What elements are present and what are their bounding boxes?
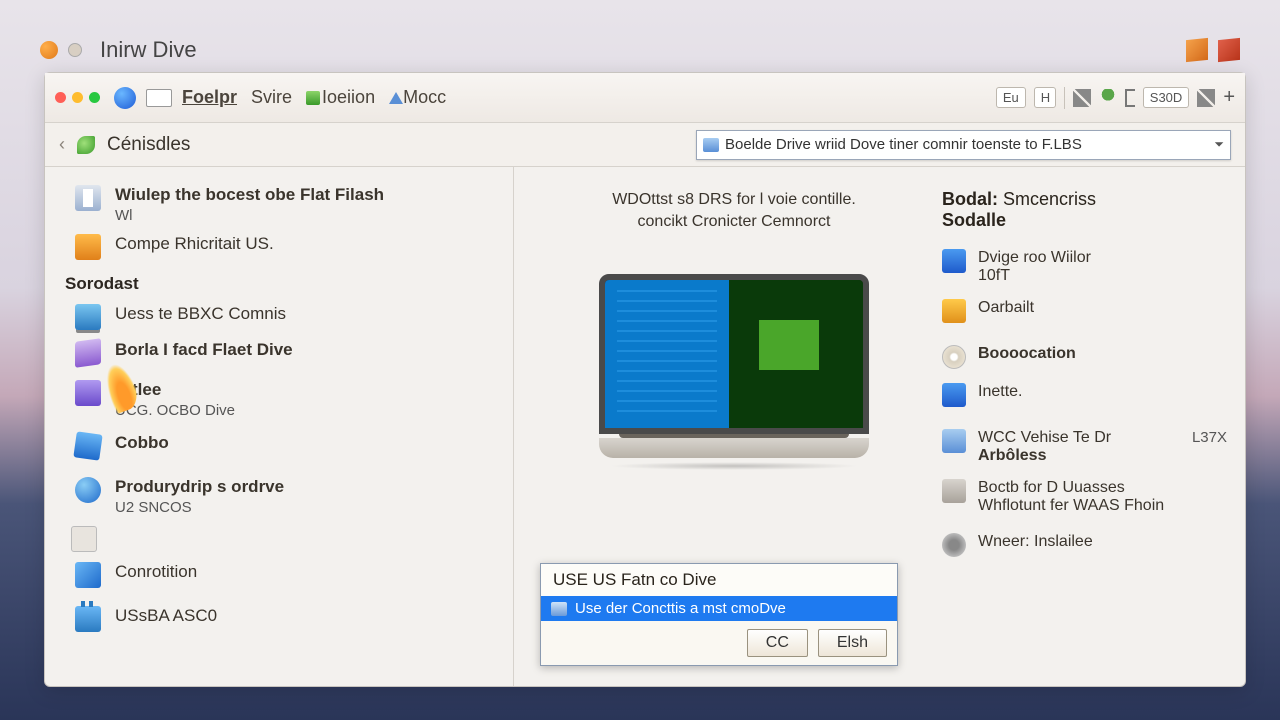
- address-combo[interactable]: Boelde Drive wriid Dove tiner comnir toe…: [696, 130, 1231, 160]
- globe-icon[interactable]: [114, 87, 136, 109]
- list-item[interactable]: Inette.: [942, 383, 1227, 407]
- drive-icon: [703, 138, 719, 152]
- folder-icon: [942, 249, 966, 273]
- tray-icon[interactable]: [1186, 38, 1208, 62]
- folder-icon: [942, 383, 966, 407]
- readout: S30D: [1143, 87, 1190, 108]
- sidebar-item[interactable]: Borla I facd Flaet Dive: [75, 340, 503, 366]
- sidebar-item[interactable]: Compe Rhicritait US.: [75, 234, 503, 260]
- menu-item[interactable]: Foelpr: [182, 87, 237, 108]
- disc-icon: [942, 345, 966, 369]
- cube-icon: [73, 431, 102, 460]
- add-button[interactable]: +: [1223, 86, 1235, 109]
- sidebar-item[interactable]: Wiulep the bocest obe Flat FilashWl: [75, 185, 503, 224]
- app-icon-secondary: [68, 43, 82, 57]
- folder-icon: [942, 299, 966, 323]
- right-column: Bodal: Smcencriss Sodalle Dvige roo Wiil…: [942, 189, 1227, 676]
- cancel-button[interactable]: Elsh: [818, 629, 887, 657]
- desktop-titlebar: Inirw Dive: [40, 30, 1240, 70]
- drive-icon: [551, 602, 567, 616]
- list-item[interactable]: Boooocation: [942, 345, 1227, 369]
- menu-bar: Foelpr Svire Ioeiion Mocc: [182, 87, 446, 108]
- dialog-buttons: CC Elsh: [541, 621, 897, 665]
- breadcrumb[interactable]: Cénisdles: [107, 134, 190, 156]
- window-toolbar: Foelpr Svire Ioeiion Mocc Eu H S30D +: [45, 73, 1245, 123]
- triangle-icon: [389, 92, 403, 104]
- flash-drive-icon: [75, 185, 101, 211]
- monitor-icon: [75, 304, 101, 330]
- sidebar-item[interactable]: Conrotition: [75, 562, 503, 588]
- window-controls[interactable]: [55, 92, 100, 103]
- app-icon: [40, 41, 58, 59]
- pin-icon[interactable]: [1099, 89, 1117, 107]
- list-item[interactable]: Oarbailt: [942, 299, 1227, 323]
- edit-icon[interactable]: [1197, 89, 1215, 107]
- list-item[interactable]: Boctb for D UuassesWhflotunt fer WAAS Fh…: [942, 479, 1227, 515]
- ok-button[interactable]: CC: [747, 629, 808, 657]
- tray-icon[interactable]: [1218, 38, 1240, 62]
- close-icon[interactable]: [55, 92, 66, 103]
- box-icon: [75, 562, 101, 588]
- folder-icon: [306, 91, 320, 105]
- dialog-title: USE US Fatn co Dive: [541, 564, 897, 596]
- usb-icon: [942, 429, 966, 453]
- chip[interactable]: H: [1034, 87, 1056, 108]
- sidebar: Wiulep the bocest obe Flat FilashWl Comp…: [45, 167, 513, 686]
- layers-icon: [75, 338, 101, 368]
- address-text: Boelde Drive wriid Dove tiner comnir toe…: [725, 136, 1082, 153]
- description-text: WDOttst s8 DRS for l voie contille. conc…: [612, 189, 856, 234]
- sidebar-item[interactable]: [71, 526, 503, 552]
- laptop-illustration: [599, 274, 869, 470]
- sidebar-item[interactable]: Uess te BBXC Comnis: [75, 304, 503, 330]
- edit-icon[interactable]: [1073, 89, 1091, 107]
- sidebar-heading: Sorodast: [65, 274, 503, 294]
- list-item[interactable]: Dvige roo Wiilor10fT: [942, 249, 1227, 285]
- chip[interactable]: Eu: [996, 87, 1026, 108]
- bracket-icon[interactable]: [1125, 89, 1135, 107]
- menu-item[interactable]: Mocc: [389, 87, 446, 108]
- app-title: Inirw Dive: [100, 37, 197, 63]
- chevron-down-icon[interactable]: ⏷: [1214, 137, 1224, 152]
- gear-icon: [942, 533, 966, 557]
- globe-icon: [75, 477, 101, 503]
- back-button[interactable]: ‹: [59, 134, 65, 155]
- tower-icon: [942, 479, 966, 503]
- usb-dialog: USE US Fatn co Dive Use der Concttis a m…: [540, 563, 898, 666]
- sidebar-item[interactable]: USsBA ASC0: [75, 606, 503, 632]
- usb-icon: [75, 606, 101, 632]
- list-item[interactable]: Wneer: Inslailee: [942, 533, 1227, 557]
- center-column: WDOttst s8 DRS for l voie contille. conc…: [544, 189, 924, 676]
- refresh-icon[interactable]: [77, 136, 95, 154]
- separator: [1064, 87, 1065, 109]
- menu-item[interactable]: Svire: [251, 87, 292, 108]
- main-panel: WDOttst s8 DRS for l voie contille. conc…: [513, 167, 1245, 686]
- module-icon: [75, 380, 101, 406]
- sidebar-item[interactable]: NitleeUCG. OCBO Dive: [75, 380, 503, 419]
- dialog-selection[interactable]: Use der Concttis a mst cmoDve: [541, 596, 897, 621]
- document-icon: [71, 526, 97, 552]
- sidebar-item[interactable]: Produrydrip s ordrveU2 SNCOS: [75, 477, 503, 516]
- right-heading: Bodal: Smcencriss Sodalle: [942, 189, 1227, 231]
- toolbar-right: Eu H S30D +: [996, 86, 1235, 109]
- main-window: Foelpr Svire Ioeiion Mocc Eu H S30D + ‹ …: [44, 72, 1246, 687]
- tab-icon[interactable]: [146, 89, 172, 107]
- maximize-icon[interactable]: [89, 92, 100, 103]
- menu-item[interactable]: Ioeiion: [306, 87, 375, 108]
- breadcrumb-bar: ‹ Cénisdles Boelde Drive wriid Dove tine…: [45, 123, 1245, 167]
- minimize-icon[interactable]: [72, 92, 83, 103]
- sidebar-item[interactable]: Cobbo: [75, 433, 503, 459]
- folder-icon: [75, 234, 101, 260]
- list-item[interactable]: WCC Vehise Te DrArbôless L37X: [942, 429, 1227, 465]
